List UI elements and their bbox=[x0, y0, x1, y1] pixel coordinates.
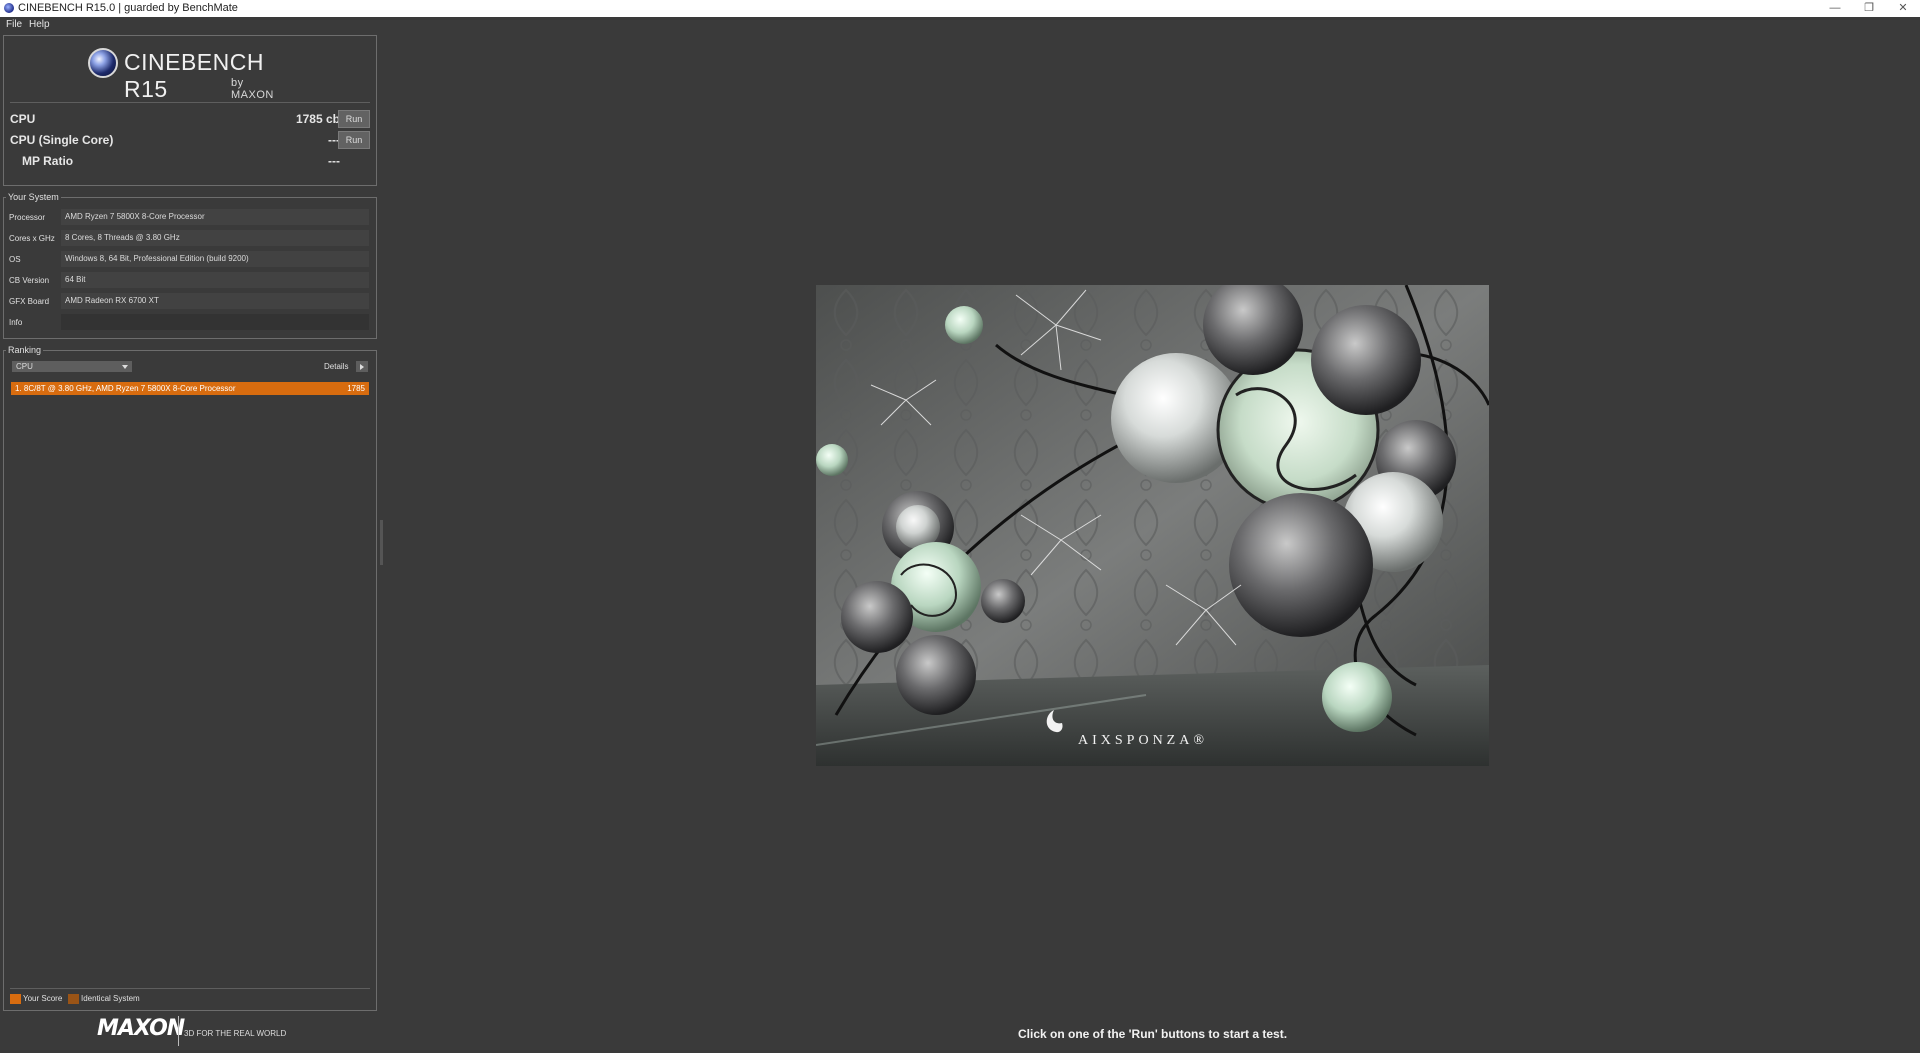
menu-file[interactable]: File bbox=[6, 17, 22, 33]
divider bbox=[178, 1016, 179, 1046]
menu-bar: File Help bbox=[0, 17, 1920, 33]
score-panel: CINEBENCH R15 by MAXON CPU 1785 cb Run C… bbox=[3, 35, 377, 186]
system-value: AMD Radeon RX 6700 XT bbox=[61, 293, 369, 309]
system-row-processor: Processor AMD Ryzen 7 5800X 8-Core Proce… bbox=[4, 208, 376, 227]
details-label[interactable]: Details bbox=[324, 362, 348, 371]
close-icon[interactable]: ✕ bbox=[1886, 0, 1920, 17]
ranking-panel: Ranking CPU Details 1. 8C/8T @ 3.80 GHz,… bbox=[3, 345, 377, 1011]
system-value: 64 Bit bbox=[61, 272, 369, 288]
legend-identical-system: Identical System bbox=[68, 994, 140, 1004]
score-row-mp-ratio: MP Ratio --- bbox=[4, 151, 376, 171]
your-score-swatch bbox=[10, 994, 21, 1004]
system-row-gfx: GFX Board AMD Radeon RX 6700 XT bbox=[4, 292, 376, 311]
legend-your-score: Your Score bbox=[10, 994, 62, 1004]
system-key: Info bbox=[9, 318, 23, 327]
score-label: CPU bbox=[10, 112, 36, 126]
score-row-cpu: CPU 1785 cb Run bbox=[4, 109, 376, 129]
chevron-down-icon bbox=[122, 365, 128, 369]
maxon-logo: MAXON bbox=[97, 1016, 185, 1041]
score-label: CPU (Single Core) bbox=[10, 133, 114, 147]
menu-help[interactable]: Help bbox=[29, 17, 50, 33]
identical-swatch bbox=[68, 994, 79, 1004]
ranking-item-text: 1. 8C/8T @ 3.80 GHz, AMD Ryzen 7 5800X 8… bbox=[15, 384, 236, 393]
system-value: 8 Cores, 8 Threads @ 3.80 GHz bbox=[61, 230, 369, 246]
run-cpu-button[interactable]: Run bbox=[338, 110, 370, 128]
run-single-core-button[interactable]: Run bbox=[338, 131, 370, 149]
cinema4d-sphere-icon bbox=[88, 48, 118, 78]
system-key: OS bbox=[9, 255, 21, 264]
logo-by: by MAXON bbox=[231, 77, 274, 101]
legend-label: Your Score bbox=[23, 994, 63, 1004]
title-bar: CINEBENCH R15.0 | guarded by BenchMate —… bbox=[0, 0, 1920, 17]
aixsponza-watermark: AIXSPONZA® bbox=[1078, 733, 1208, 748]
score-value: --- bbox=[328, 154, 340, 168]
divider bbox=[10, 988, 370, 989]
divider bbox=[10, 102, 370, 103]
score-label: MP Ratio bbox=[22, 154, 74, 168]
system-value: Windows 8, 64 Bit, Professional Edition … bbox=[61, 251, 369, 267]
info-field[interactable] bbox=[61, 314, 369, 330]
window-title: CINEBENCH R15.0 | guarded by BenchMate bbox=[18, 2, 238, 14]
ranking-select[interactable]: CPU bbox=[12, 361, 132, 372]
render-preview-image: AIXSPONZA® bbox=[816, 285, 1489, 766]
maxon-tagline: 3D FOR THE REAL WORLD bbox=[184, 1029, 287, 1038]
details-arrow-button[interactable] bbox=[356, 361, 368, 372]
panel-splitter-handle[interactable] bbox=[380, 520, 383, 565]
score-value: 1785 cb bbox=[295, 112, 340, 126]
minimize-icon[interactable]: — bbox=[1818, 0, 1852, 17]
restore-icon[interactable]: ❐ bbox=[1852, 0, 1886, 17]
system-title: Your System bbox=[6, 192, 61, 202]
ranking-item-score: 1785 bbox=[347, 384, 365, 393]
cinebench-logo: CINEBENCH R15 by MAXON bbox=[88, 46, 288, 102]
system-row-info: Info bbox=[4, 313, 376, 332]
system-key: CB Version bbox=[9, 276, 50, 285]
system-row-cb-version: CB Version 64 Bit bbox=[4, 271, 376, 290]
app-icon bbox=[4, 3, 14, 13]
system-row-cores: Cores x GHz 8 Cores, 8 Threads @ 3.80 GH… bbox=[4, 229, 376, 248]
system-key: GFX Board bbox=[9, 297, 50, 306]
ranking-title: Ranking bbox=[6, 345, 44, 355]
system-panel: Your System Processor AMD Ryzen 7 5800X … bbox=[3, 192, 377, 339]
system-key: Cores x GHz bbox=[9, 234, 55, 243]
status-message: Click on one of the 'Run' buttons to sta… bbox=[1018, 1027, 1288, 1041]
score-row-single-core: CPU (Single Core) --- Run bbox=[4, 130, 376, 150]
legend-label: Identical System bbox=[81, 994, 140, 1004]
system-row-os: OS Windows 8, 64 Bit, Professional Editi… bbox=[4, 250, 376, 269]
system-value: AMD Ryzen 7 5800X 8-Core Processor bbox=[61, 209, 369, 225]
system-key: Processor bbox=[9, 213, 46, 222]
ranking-item[interactable]: 1. 8C/8T @ 3.80 GHz, AMD Ryzen 7 5800X 8… bbox=[11, 382, 369, 395]
ranking-select-value: CPU bbox=[16, 362, 33, 371]
